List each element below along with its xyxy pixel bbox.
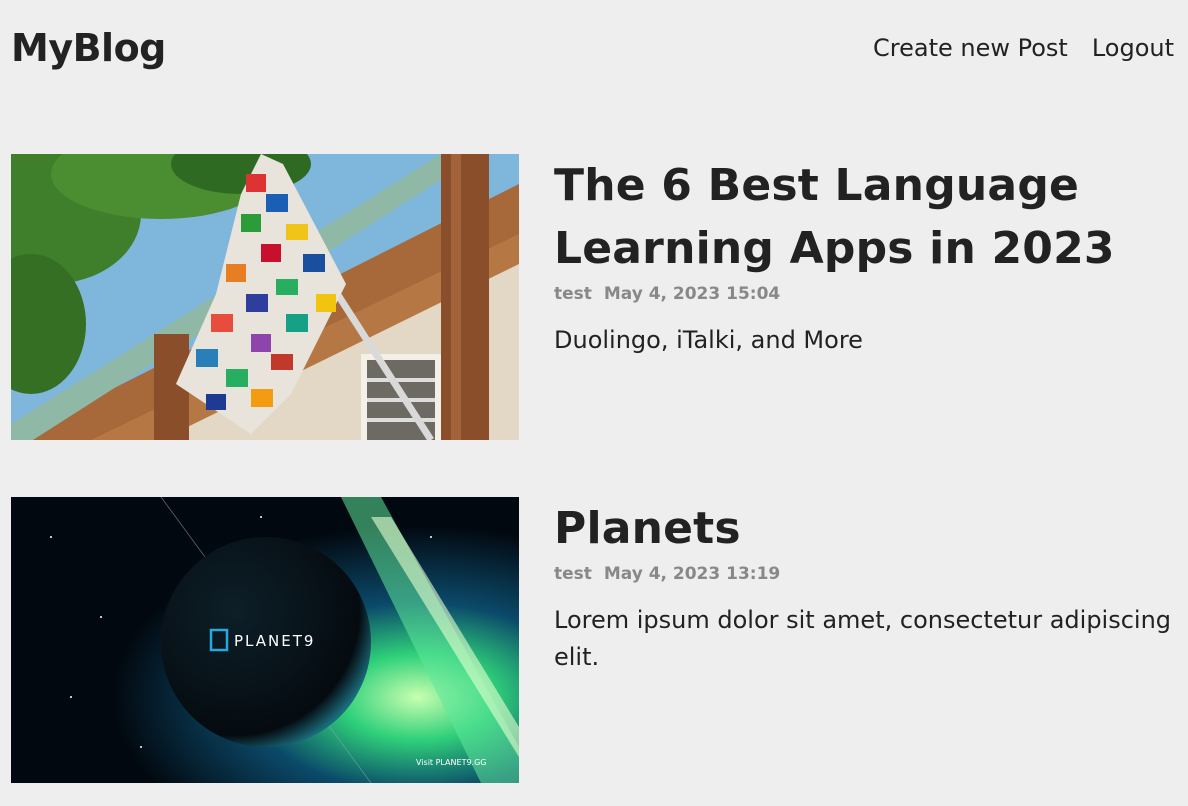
site-logo[interactable]: MyBlog — [11, 26, 166, 70]
site-header: MyBlog Create new Post Logout — [11, 20, 1174, 76]
create-post-link[interactable]: Create new Post — [873, 34, 1068, 62]
post-title[interactable]: The 6 Best Language Learning Apps in 202… — [554, 154, 1174, 280]
post-card: The 6 Best Language Learning Apps in 202… — [11, 154, 1174, 440]
post-author: test — [554, 284, 592, 304]
planet9-caption: Visit PLANET9.GG — [416, 758, 486, 767]
post-time: May 4, 2023 13:19 — [603, 564, 781, 584]
post-time: May 4, 2023 15:04 — [603, 284, 781, 304]
post-info: test May 4, 2023 15:04 — [554, 284, 1174, 304]
post-text: The 6 Best Language Learning Apps in 202… — [554, 154, 1174, 440]
planet9-brand: PLANET9 — [234, 632, 315, 650]
post-image[interactable] — [11, 154, 519, 440]
post-summary: Lorem ipsum dolor sit amet, consectetur … — [554, 606, 1172, 671]
post-image[interactable]: PLANET9 Visit PLANET9.GG — [11, 497, 519, 783]
main-nav: Create new Post Logout — [873, 34, 1174, 62]
logout-link[interactable]: Logout — [1092, 34, 1174, 62]
post-summary: Duolingo, iTalki, and More — [554, 326, 863, 354]
post-info: test May 4, 2023 13:19 — [554, 564, 1174, 584]
post-author: test — [554, 564, 592, 584]
flags-photo — [11, 154, 519, 440]
post-card: PLANET9 Visit PLANET9.GG Planets test Ma… — [11, 497, 1174, 783]
post-title[interactable]: Planets — [554, 497, 1174, 560]
planet-space-art: PLANET9 Visit PLANET9.GG — [11, 497, 519, 783]
post-text: Planets test May 4, 2023 13:19 Lorem ips… — [554, 497, 1174, 783]
